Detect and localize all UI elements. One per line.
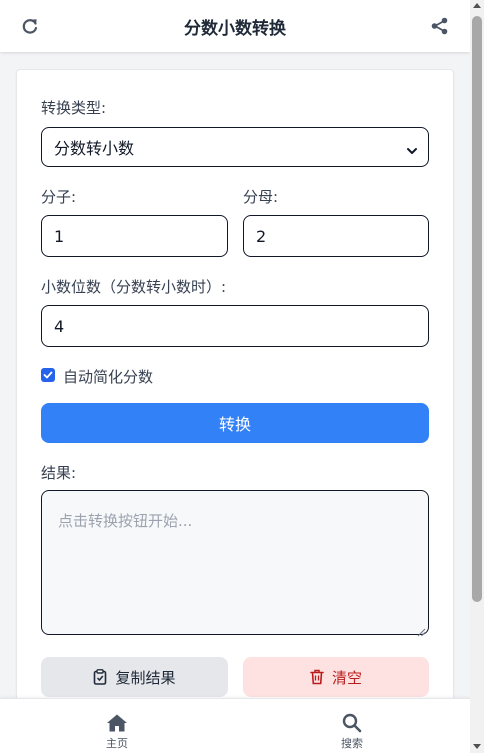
bottom-nav: 主页 搜索	[0, 698, 470, 753]
nav-label-search: 搜索	[341, 737, 363, 750]
scroll-down-arrow-icon[interactable]	[473, 744, 481, 749]
home-icon	[107, 714, 127, 732]
denominator-input[interactable]: 2	[243, 215, 429, 257]
numerator-input[interactable]: 1	[41, 215, 228, 257]
auto-simplify-checkbox[interactable]	[41, 368, 55, 382]
search-icon	[342, 713, 362, 733]
conversion-type-select[interactable]: 分数转小数	[41, 127, 429, 167]
clear-button[interactable]: 清空	[243, 657, 429, 697]
clear-label: 清空	[331, 668, 362, 687]
decimal-places-input[interactable]: 4	[41, 305, 429, 347]
scrollbar[interactable]	[470, 0, 484, 753]
check-icon	[43, 371, 53, 379]
copy-result-button[interactable]: 复制结果	[41, 657, 228, 697]
decimal-places-label: 小数位数（分数转小数时）:	[41, 278, 227, 296]
numerator-label: 分子:	[41, 188, 77, 206]
convert-button[interactable]: 转换	[41, 403, 429, 443]
scroll-thumb[interactable]	[472, 16, 482, 602]
nav-item-search[interactable]: 搜索	[312, 713, 392, 751]
clipboard-icon	[94, 669, 107, 685]
copy-result-label: 复制结果	[115, 668, 176, 687]
page-title: 分数小数转换	[184, 18, 286, 39]
trash-icon	[310, 669, 324, 685]
scroll-up-arrow-icon[interactable]	[473, 3, 481, 8]
app-header: 分数小数转换	[0, 0, 470, 52]
result-label: 结果:	[41, 464, 77, 482]
converter-card: 转换类型: 分数转小数 分子: 分母: 1 2 小数位数（分数转小数时）: 4 …	[16, 69, 454, 729]
refresh-icon[interactable]	[20, 16, 40, 36]
denominator-label: 分母:	[243, 188, 279, 206]
chevron-down-icon	[406, 142, 418, 154]
conversion-type-label: 转换类型:	[41, 99, 107, 117]
result-placeholder: 点击转换按钮开始...	[58, 512, 193, 530]
nav-item-home[interactable]: 主页	[77, 713, 157, 751]
share-icon[interactable]	[430, 16, 450, 36]
auto-simplify-label[interactable]: 自动简化分数	[63, 366, 153, 387]
resize-grip-icon[interactable]	[417, 623, 426, 637]
result-textarea[interactable]: 点击转换按钮开始...	[41, 490, 429, 637]
conversion-type-value: 分数转小数	[54, 139, 135, 158]
nav-label-home: 主页	[106, 737, 128, 750]
